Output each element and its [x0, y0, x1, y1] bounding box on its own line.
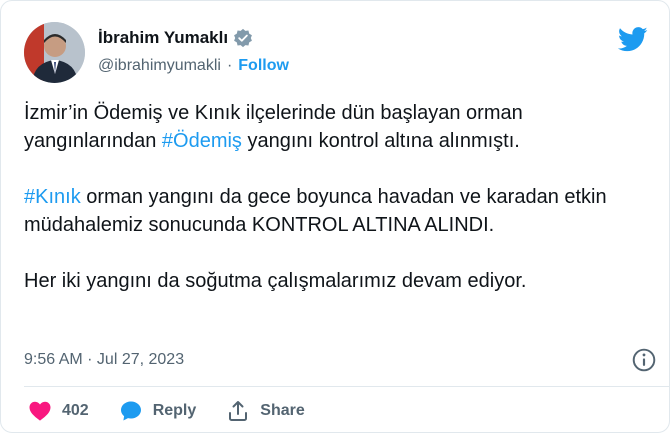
- handle-separator: ·: [226, 57, 233, 74]
- share-icon: [229, 401, 248, 421]
- display-name[interactable]: İbrahim Yumaklı: [98, 28, 228, 48]
- like-count: 402: [62, 402, 89, 419]
- tweet-text-segment: orman yangını da gece boyunca havadan ve…: [24, 186, 607, 236]
- tweet-timestamp[interactable]: 9:56 AM · Jul 27, 2023: [24, 351, 184, 369]
- tweet-card: İbrahim Yumaklı @ibrahimyumakli · Follow…: [0, 0, 670, 433]
- share-label: Share: [260, 402, 305, 419]
- avatar[interactable]: [24, 22, 85, 83]
- reply-label: Reply: [152, 402, 197, 419]
- reply-button[interactable]: Reply: [119, 399, 197, 423]
- info-icon[interactable]: [631, 347, 657, 373]
- handle-row: @ibrahimyumakli · Follow: [98, 57, 289, 75]
- tweet-paragraph-2: #Kınık orman yangını da gece boyunca hav…: [24, 183, 654, 239]
- hashtag-odemis[interactable]: #Ödemiş: [162, 130, 242, 152]
- divider: [24, 386, 669, 387]
- verified-badge-icon: [233, 28, 253, 48]
- tweet-text-segment: yangını kontrol altına alınmıştı.: [241, 130, 520, 152]
- tweet-text: İzmir’in Ödemiş ve Kınık ilçelerinde dün…: [24, 99, 654, 295]
- twitter-bird-icon[interactable]: [617, 27, 648, 52]
- handle[interactable]: @ibrahimyumakli: [98, 57, 221, 75]
- like-button[interactable]: 402: [28, 399, 89, 423]
- follow-button[interactable]: Follow: [238, 57, 289, 75]
- tweet-paragraph-1: İzmir’in Ödemiş ve Kınık ilçelerinde dün…: [24, 99, 654, 155]
- action-bar: 402 Reply Share: [28, 399, 335, 423]
- tweet-paragraph-3: Her iki yangını da soğutma çalışmalarımı…: [24, 270, 527, 292]
- name-row: İbrahim Yumaklı: [98, 28, 253, 48]
- share-button[interactable]: Share: [226, 399, 305, 423]
- hashtag-kinik[interactable]: #Kınık: [24, 186, 81, 208]
- reply-bubble-icon: [120, 401, 141, 421]
- avatar-image: [24, 22, 85, 83]
- heart-icon: [29, 401, 51, 421]
